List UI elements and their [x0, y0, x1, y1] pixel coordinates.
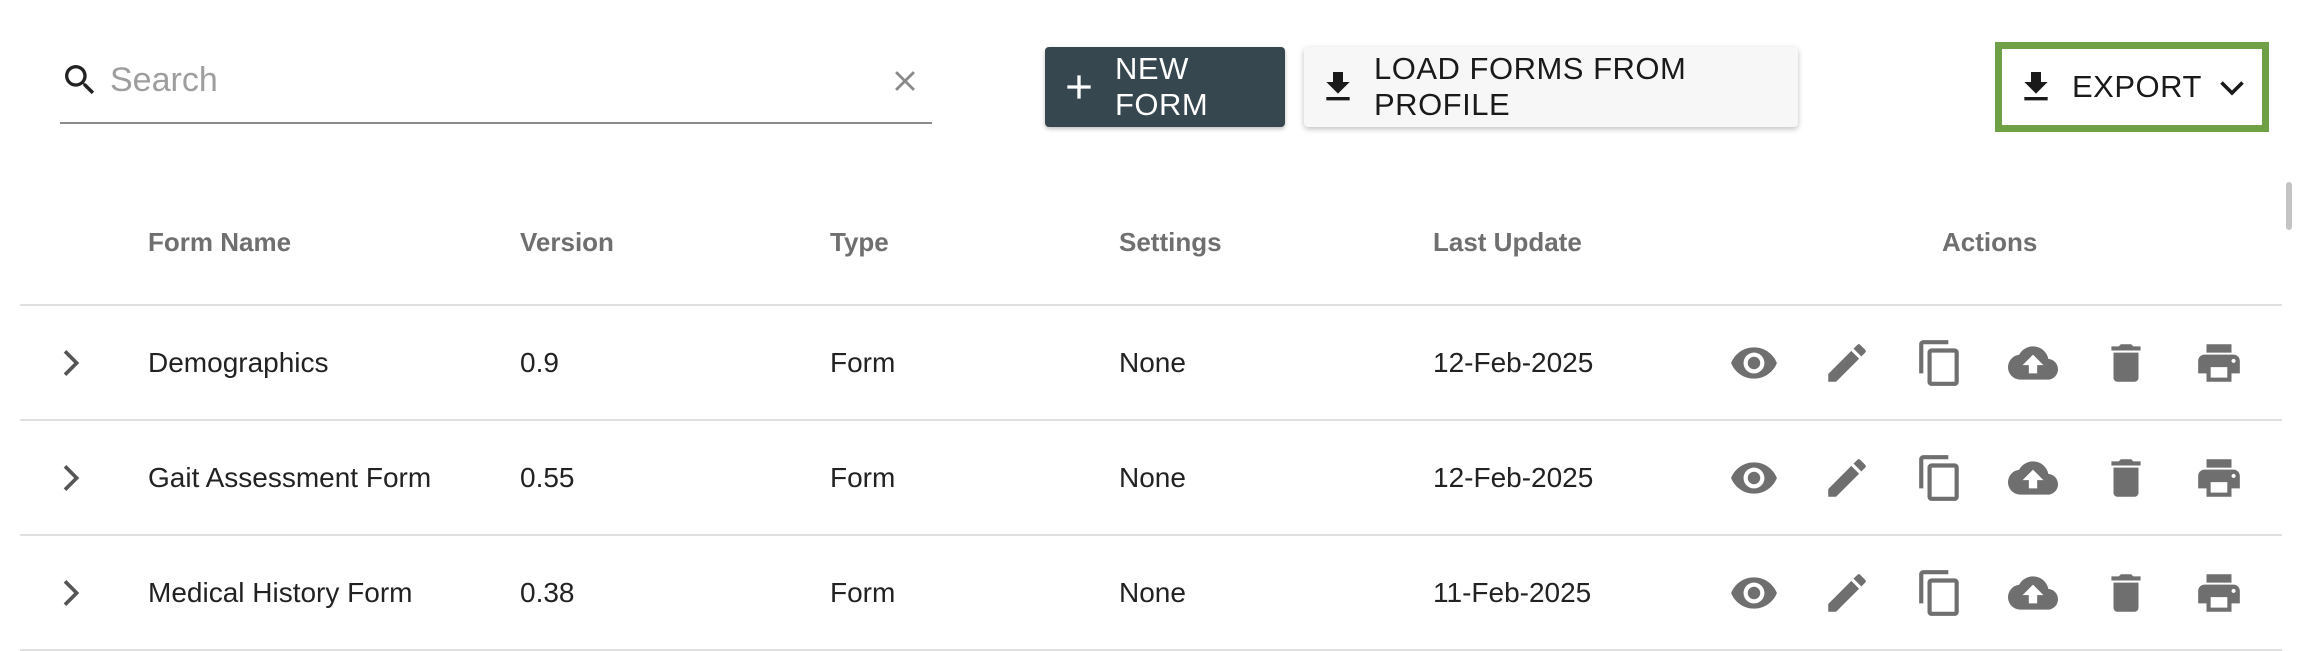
edit-button[interactable]: [1822, 338, 1872, 388]
print-button[interactable]: [2194, 568, 2244, 618]
copy-icon: [1919, 339, 1959, 386]
header-settings[interactable]: Settings: [1119, 180, 1222, 304]
eye-icon: [1731, 576, 1777, 609]
form-version: 0.55: [520, 461, 575, 493]
export-button[interactable]: EXPORT: [1995, 42, 2269, 132]
table-row: Medical History Form 0.38 Form None 11-F…: [20, 536, 2282, 651]
view-button[interactable]: [1729, 338, 1779, 388]
upload-button[interactable]: [2008, 568, 2058, 618]
duplicate-button[interactable]: [1915, 453, 1965, 503]
form-version: 0.38: [520, 576, 575, 608]
form-type: Form: [830, 461, 896, 493]
table-row: Demographics 0.9 Form None 12-Feb-2025: [20, 306, 2282, 421]
header-type[interactable]: Type: [830, 180, 889, 304]
expand-row-button[interactable]: [50, 536, 100, 649]
expand-row-button[interactable]: [50, 306, 100, 419]
download-icon: [2024, 72, 2048, 101]
header-last-update[interactable]: Last Update: [1433, 180, 1582, 304]
form-name: Gait Assessment Form: [148, 461, 432, 493]
print-button[interactable]: [2194, 338, 2244, 388]
form-settings: None: [1119, 461, 1186, 493]
download-icon: [1326, 72, 1350, 101]
header-actions: Actions: [1942, 226, 2038, 257]
form-name: Medical History Form: [148, 576, 413, 608]
header-version[interactable]: Version: [520, 180, 614, 304]
delete-button[interactable]: [2101, 568, 2151, 618]
chevron-right-icon: [63, 464, 80, 491]
scrollbar-thumb[interactable]: [2286, 182, 2292, 230]
form-last-update: 12-Feb-2025: [1433, 346, 1594, 378]
copy-icon: [1919, 454, 1959, 501]
cloud-upload-icon: [2008, 460, 2058, 495]
view-button[interactable]: [1729, 568, 1779, 618]
plus-icon: [1067, 75, 1091, 99]
clear-search-icon[interactable]: [888, 64, 922, 98]
form-name: Demographics: [148, 346, 329, 378]
forms-table: Form Name Version Type Settings Last Upd…: [20, 180, 2282, 651]
print-button[interactable]: [2194, 453, 2244, 503]
trash-icon: [2111, 343, 2141, 382]
table-header: Form Name Version Type Settings Last Upd…: [20, 180, 2282, 306]
search-bar: [60, 52, 932, 124]
load-forms-label: LOAD FORMS FROM PROFILE: [1374, 51, 1687, 122]
trash-icon: [2111, 458, 2141, 497]
print-icon: [2198, 573, 2240, 612]
export-label: EXPORT: [2072, 69, 2202, 104]
form-settings: None: [1119, 576, 1186, 608]
row-actions: [1729, 536, 2244, 649]
new-form-label: NEW FORM: [1115, 51, 1209, 122]
row-actions: [1729, 421, 2244, 534]
view-button[interactable]: [1729, 453, 1779, 503]
chevron-down-icon: [2220, 81, 2244, 96]
pencil-icon: [1828, 458, 1866, 497]
duplicate-button[interactable]: [1915, 338, 1965, 388]
delete-button[interactable]: [2101, 453, 2151, 503]
edit-button[interactable]: [1822, 568, 1872, 618]
pencil-icon: [1828, 343, 1866, 382]
form-type: Form: [830, 346, 896, 378]
cloud-upload-icon: [2008, 345, 2058, 380]
upload-button[interactable]: [2008, 453, 2058, 503]
form-type: Form: [830, 576, 896, 608]
print-icon: [2198, 458, 2240, 497]
header-form-name[interactable]: Form Name: [148, 180, 291, 304]
eye-icon: [1731, 346, 1777, 379]
form-last-update: 12-Feb-2025: [1433, 461, 1594, 493]
form-version: 0.9: [520, 346, 559, 378]
new-form-button[interactable]: NEW FORM: [1045, 47, 1285, 127]
copy-icon: [1919, 569, 1959, 616]
trash-icon: [2111, 573, 2141, 612]
cloud-upload-icon: [2008, 575, 2058, 610]
eye-icon: [1731, 461, 1777, 494]
upload-button[interactable]: [2008, 338, 2058, 388]
chevron-right-icon: [63, 349, 80, 376]
edit-button[interactable]: [1822, 453, 1872, 503]
expand-row-button[interactable]: [50, 421, 100, 534]
row-actions: [1729, 306, 2244, 419]
search-icon: [65, 65, 95, 95]
load-forms-from-profile-button[interactable]: LOAD FORMS FROM PROFILE: [1304, 47, 1798, 127]
form-last-update: 11-Feb-2025: [1433, 576, 1592, 608]
chevron-right-icon: [63, 579, 80, 606]
duplicate-button[interactable]: [1915, 568, 1965, 618]
form-settings: None: [1119, 346, 1186, 378]
print-icon: [2198, 343, 2240, 382]
table-row: Gait Assessment Form 0.55 Form None 12-F…: [20, 421, 2282, 536]
pencil-icon: [1828, 573, 1866, 612]
delete-button[interactable]: [2101, 338, 2151, 388]
search-input[interactable]: [110, 58, 890, 102]
